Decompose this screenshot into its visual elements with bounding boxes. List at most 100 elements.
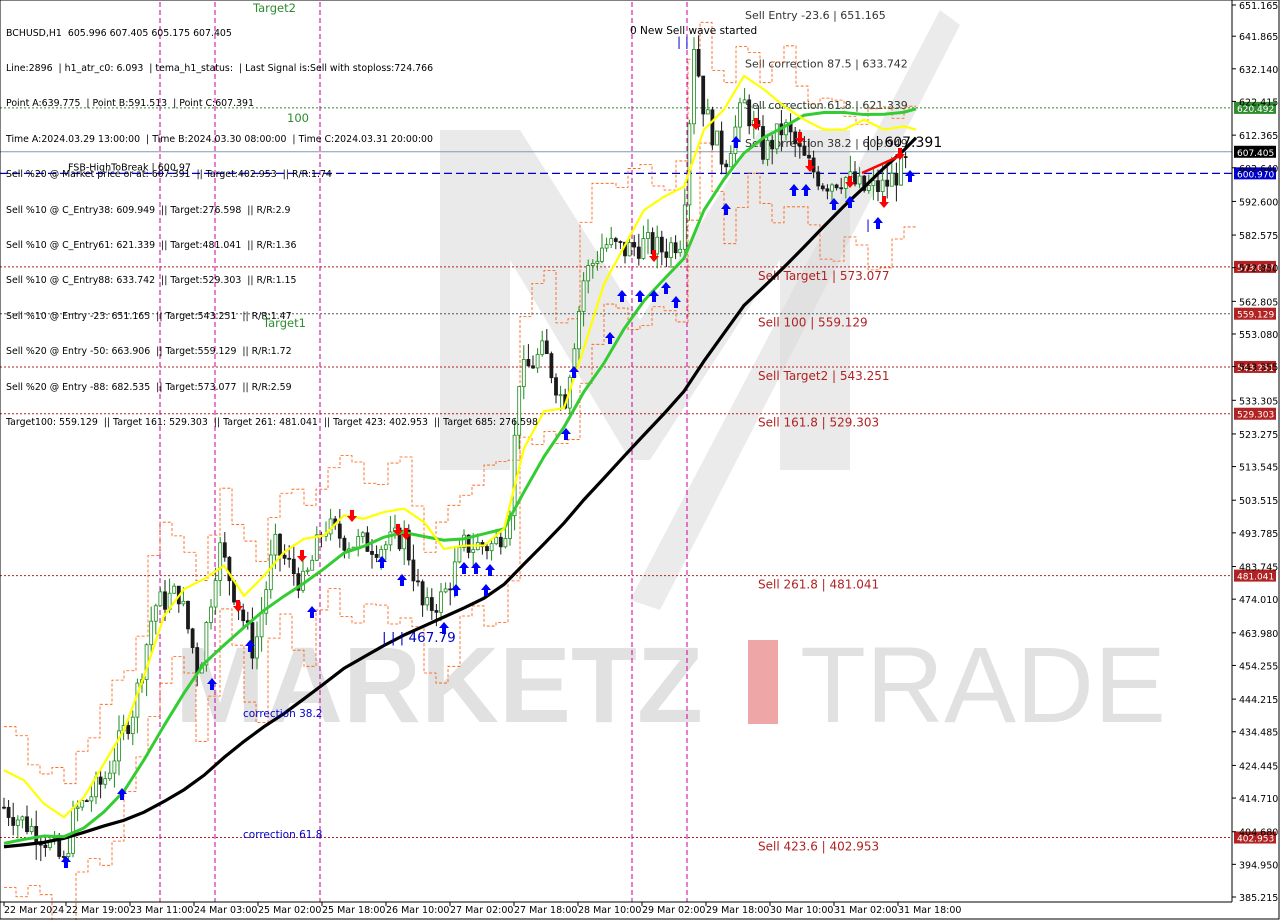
- candle-body: [899, 156, 903, 186]
- candle-body: [291, 558, 296, 575]
- candle-body: [209, 606, 213, 623]
- candle-body: [305, 569, 310, 572]
- candle-body: [112, 760, 117, 774]
- candle-body: [186, 600, 190, 630]
- y-tick-label: 553.080: [1239, 330, 1278, 341]
- candle-body: [678, 248, 683, 254]
- candle-body: [636, 246, 641, 259]
- annotation-correction-61: correction 61.8: [243, 829, 322, 841]
- candle-body: [153, 605, 158, 622]
- candle-body: [696, 49, 701, 77]
- price-box-label-10: 529.303: [1237, 411, 1274, 421]
- candle-body: [365, 532, 370, 552]
- candle-body: [443, 588, 448, 593]
- candle-body: [278, 533, 282, 556]
- candle-body: [107, 772, 112, 780]
- candle-body: [710, 109, 715, 146]
- candle-body: [577, 311, 581, 350]
- candle-body: [57, 838, 62, 857]
- candle-body: [172, 585, 177, 594]
- info-line: Sell %10 @ C_Entry61: 621.339 || Target:…: [6, 239, 297, 251]
- annotation-low: | | | 467.79: [382, 630, 456, 646]
- candle-body: [885, 179, 890, 187]
- candle-body: [337, 523, 342, 539]
- x-tick-label: 25 Mar 18:00: [322, 905, 385, 916]
- candle-body: [411, 559, 416, 582]
- candle-body: [669, 242, 673, 258]
- x-tick-label: 27 Mar 02:00: [450, 905, 513, 916]
- level-label-9: Sell Target2 | 543.251: [758, 369, 890, 383]
- y-tick-label: 483.745: [1239, 563, 1278, 574]
- candle-body: [894, 172, 899, 186]
- candle-body: [807, 154, 811, 159]
- candle-body: [255, 636, 259, 659]
- candle-body: [820, 185, 825, 190]
- candle-body: [25, 816, 29, 833]
- info-line: BCHUSD,H1 605.996 607.405 605.175 607.40…: [6, 27, 232, 39]
- level-label-7: Sell Target1 | 573.077: [758, 269, 890, 283]
- candle-body: [613, 238, 618, 242]
- annotation-correction-38: correction 38.2: [243, 708, 322, 720]
- info-line: Sell %10 @ C_Entry88: 633.742 || Target:…: [6, 275, 297, 287]
- watermark-divider: [748, 640, 778, 724]
- price-box-label-11: 481.041: [1237, 573, 1274, 583]
- candle-body: [485, 546, 489, 552]
- candle-body: [268, 554, 273, 591]
- x-tick-label: 28 Mar 10:00: [578, 905, 641, 916]
- watermark-brand-right: TRADE: [800, 624, 1166, 745]
- candle-body: [903, 156, 908, 158]
- y-tick-label: 444.215: [1239, 695, 1278, 706]
- candle-body: [793, 131, 798, 144]
- candle-body: [2, 806, 6, 809]
- candle-body: [282, 554, 287, 559]
- candle-body: [241, 609, 246, 622]
- candle-body: [701, 75, 706, 115]
- candle-body: [163, 591, 167, 610]
- candle-body: [664, 251, 669, 258]
- candle-body: [646, 232, 650, 239]
- candle-body: [834, 184, 839, 189]
- candle-body: [425, 597, 430, 606]
- candle-body: [15, 819, 20, 826]
- candle-body: [416, 580, 420, 583]
- y-tick-label: 632.140: [1239, 65, 1278, 76]
- candle-body: [659, 236, 664, 253]
- y-tick-label: 424.445: [1239, 761, 1278, 772]
- candle-body: [540, 340, 545, 355]
- candle-body: [590, 263, 595, 266]
- y-tick-label: 414.710: [1239, 794, 1278, 805]
- candle-body: [825, 188, 830, 192]
- candle-body: [558, 394, 563, 397]
- y-tick-label: 503.515: [1239, 496, 1278, 507]
- y-tick-label: 592.600: [1239, 197, 1278, 208]
- candle-body: [250, 622, 255, 659]
- y-tick-label: 572.850: [1239, 264, 1278, 275]
- candle-body: [195, 647, 200, 674]
- level-label-11: Sell 261.8 | 481.041: [758, 578, 879, 592]
- candle-body: [20, 816, 25, 821]
- candle-body: [876, 180, 880, 192]
- candle-body: [314, 534, 319, 561]
- candle-body: [880, 179, 885, 192]
- candle-body: [103, 778, 108, 785]
- candle-body: [618, 241, 623, 243]
- candle-body: [471, 549, 476, 553]
- candle-body: [158, 591, 163, 607]
- y-tick-label: 385.215: [1239, 893, 1278, 904]
- candle-body: [259, 612, 264, 638]
- candle-body: [190, 628, 195, 648]
- candle-body: [609, 238, 614, 246]
- candle-body: [682, 204, 687, 250]
- candle-body: [61, 856, 66, 858]
- x-tick-label: 24 Mar 03:00: [194, 905, 257, 916]
- candle-body: [600, 247, 604, 262]
- candle-body: [641, 238, 646, 259]
- candle-body: [765, 139, 770, 160]
- x-tick-label: 29 Mar 02:00: [642, 905, 705, 916]
- candle-body: [581, 280, 586, 312]
- y-tick-label: 641.865: [1239, 32, 1278, 43]
- y-tick-label: 463.980: [1239, 629, 1278, 640]
- candle-body: [6, 807, 11, 818]
- y-tick-label: 562.805: [1239, 297, 1278, 308]
- candle-body: [84, 800, 89, 803]
